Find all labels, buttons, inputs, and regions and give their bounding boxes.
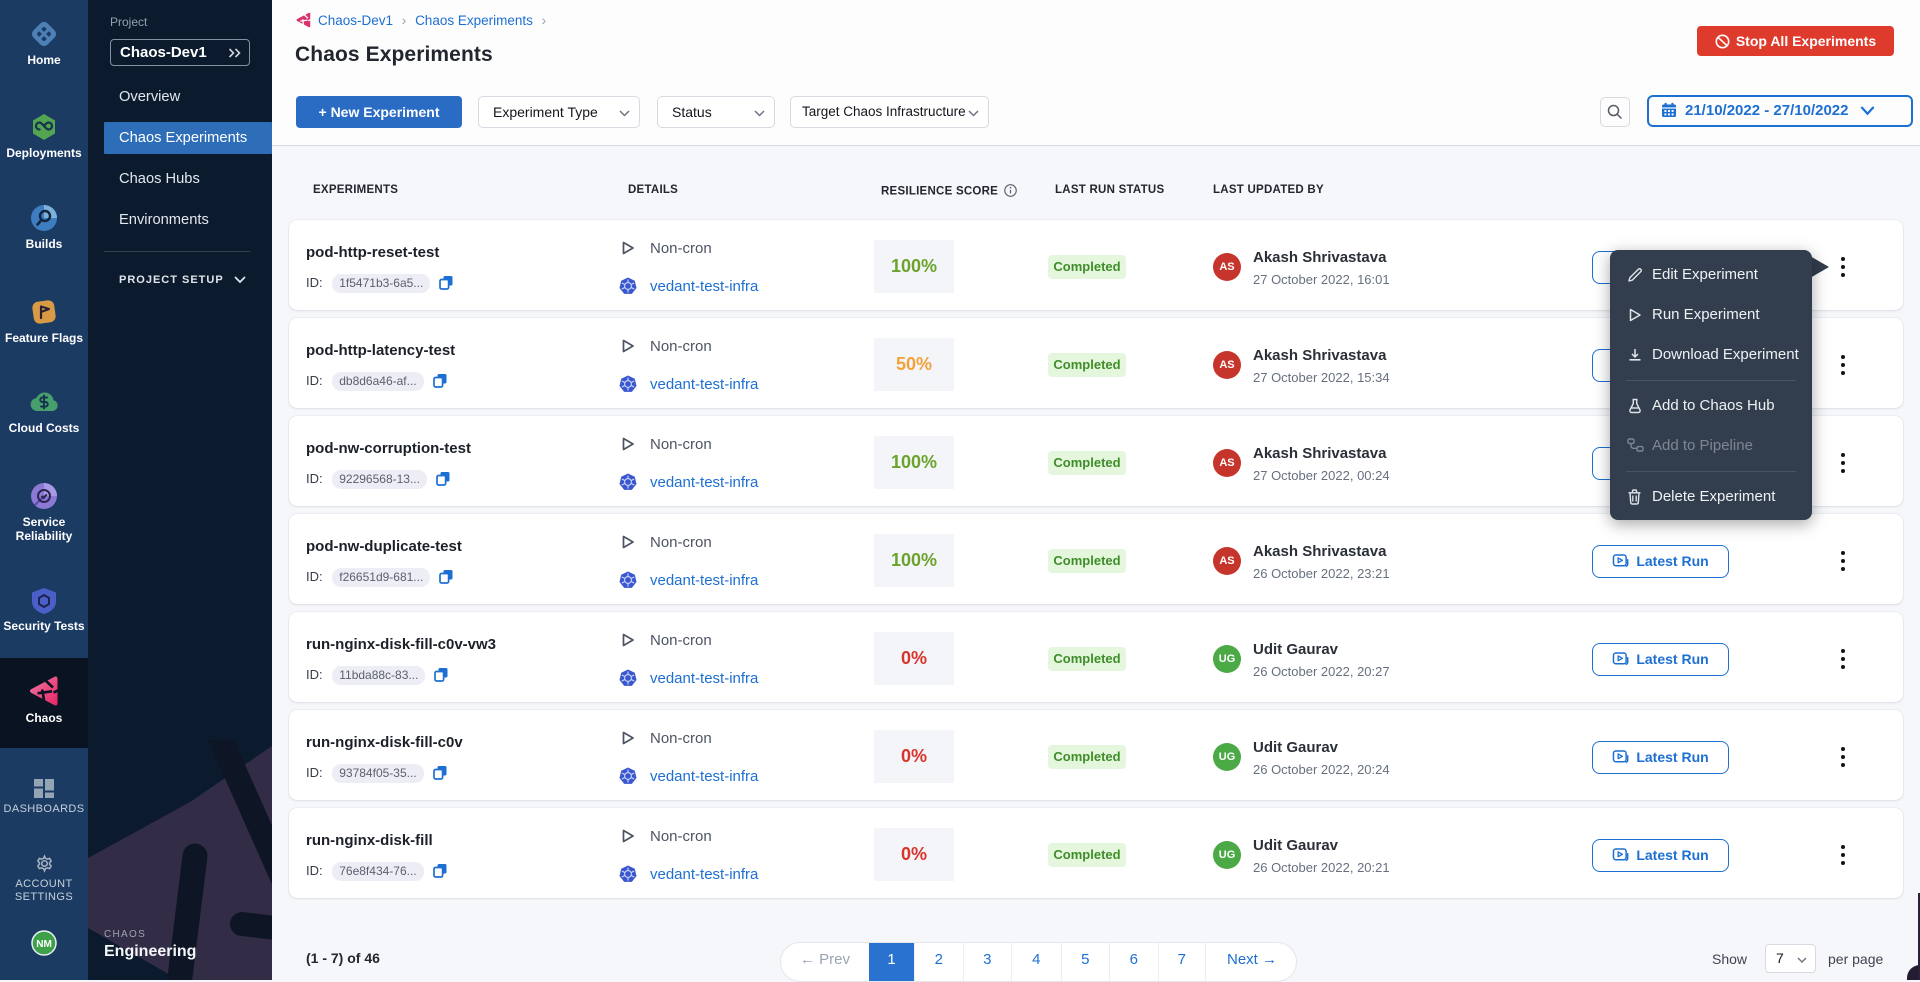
svg-text:NM: NM bbox=[36, 939, 52, 950]
